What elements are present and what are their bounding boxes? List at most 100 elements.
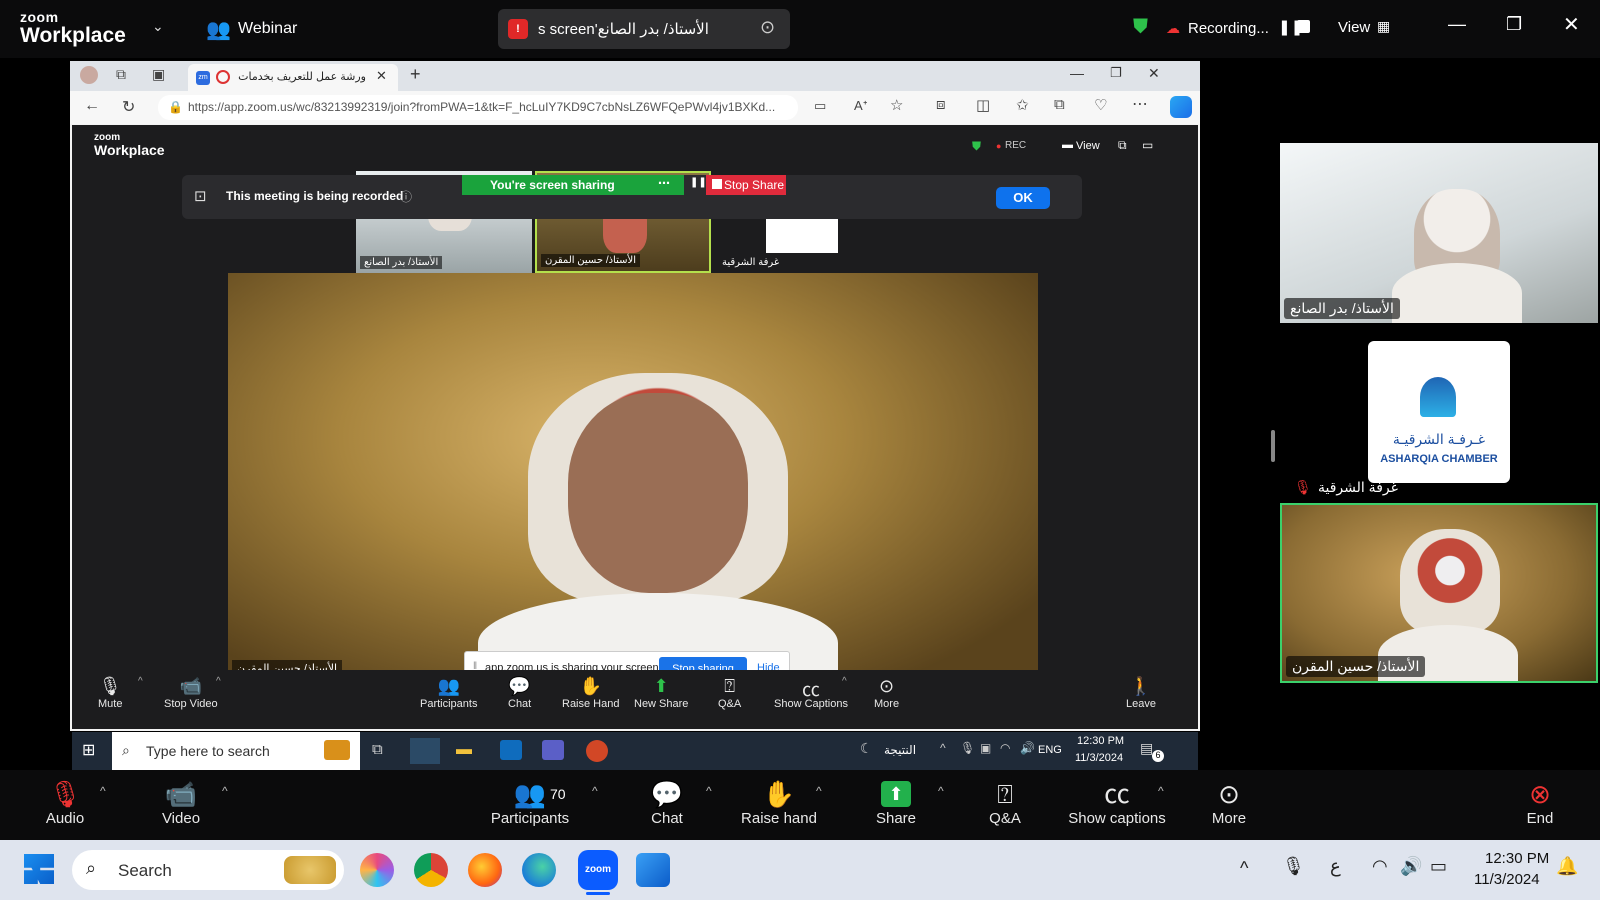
chat-caret-icon[interactable]: ^: [706, 784, 712, 798]
captions-caret-icon[interactable]: ^: [1158, 784, 1164, 798]
split-screen-icon[interactable]: ◫: [976, 96, 990, 114]
web-view-label[interactable]: View: [1076, 140, 1100, 152]
stop-recording-icon[interactable]: [1297, 20, 1310, 33]
captions-caret-icon[interactable]: ^: [842, 676, 847, 687]
clock-time[interactable]: 12:30 PM: [1485, 850, 1549, 867]
web-view-icon[interactable]: ▬: [1062, 139, 1073, 151]
pause-share-icon[interactable]: ❚❚: [690, 177, 707, 188]
security-shield-icon[interactable]: ⛊: [1133, 16, 1148, 39]
info-icon[interactable]: ⓘ: [400, 188, 412, 205]
more-button[interactable]: ⊙ More: [874, 676, 899, 710]
screen-sharing-bar[interactable]: You're screen sharing ⋯: [462, 175, 684, 195]
teams-icon[interactable]: [542, 740, 564, 760]
participants-button[interactable]: 👥 Participants: [420, 676, 477, 710]
ok-button[interactable]: OK: [996, 187, 1050, 209]
chrome-app-icon[interactable]: [414, 853, 448, 887]
show-captions-button[interactable]: ㏄ Show captions: [1066, 778, 1168, 827]
powerpoint-icon[interactable]: [586, 740, 608, 762]
read-aloud-icon[interactable]: Aᐩ: [854, 98, 868, 114]
raise-hand-caret-icon[interactable]: ^: [816, 784, 822, 798]
chat-button[interactable]: 💬 Chat: [508, 676, 531, 710]
share-caret-icon[interactable]: ^: [938, 784, 944, 798]
profile-avatar[interactable]: [80, 66, 98, 84]
inner-search-box[interactable]: ⌕ Type here to search: [112, 732, 360, 770]
show-captions-button[interactable]: ㏄ Show Captions: [774, 676, 848, 710]
stop-video-button[interactable]: 📹 Stop Video: [164, 676, 218, 710]
qa-button[interactable]: ⍰ Q&A: [984, 778, 1026, 827]
reload-icon[interactable]: ↻: [122, 97, 135, 117]
browser-minimize-icon[interactable]: —: [1070, 65, 1084, 81]
new-tab-icon[interactable]: +: [410, 64, 421, 85]
tab-actions-icon[interactable]: ▣: [152, 66, 165, 83]
firefox-app-icon[interactable]: [468, 853, 502, 887]
ime-indicator[interactable]: ع: [1330, 856, 1341, 877]
tray-mic-icon[interactable]: 🎙: [1282, 856, 1305, 877]
participant-tile-active[interactable]: الأستاذ/ حسين المقرن: [1280, 503, 1598, 683]
view-grid-icon[interactable]: ▦: [1377, 18, 1390, 35]
participant-tile[interactable]: الأستاذ/ بدر الصانع: [1280, 143, 1598, 323]
url-field[interactable]: 🔒 https://app.zoom.us/wc/83213992319/joi…: [158, 95, 798, 120]
back-icon[interactable]: ←: [84, 97, 100, 115]
edge-app-icon[interactable]: [522, 853, 556, 887]
copilot-app-icon[interactable]: [360, 853, 394, 887]
web-popout-icon[interactable]: ⧉: [1118, 138, 1127, 153]
end-button[interactable]: ⊗ End: [1520, 778, 1560, 827]
favorite-star-icon[interactable]: ☆: [890, 96, 903, 114]
participant-tile[interactable]: غـرفـة الشرقيـة ASHARQIA CHAMBER 🎙 غرفة …: [1280, 323, 1598, 503]
video-caret-icon[interactable]: ^: [222, 784, 228, 798]
windows-search-box[interactable]: ⌕ Search: [72, 850, 344, 890]
task-view-icon[interactable]: ⧉: [372, 741, 383, 758]
more-options-icon[interactable]: ⊙: [760, 17, 775, 38]
extensions-icon[interactable]: ⧈: [936, 96, 946, 113]
web-security-icon[interactable]: ⛊: [972, 139, 981, 154]
photos-app-icon[interactable]: [636, 853, 670, 887]
browser-tab-active[interactable]: zm ورشة عمل للتعريف بخدمات ✕: [188, 64, 398, 91]
minimize-icon[interactable]: —: [1448, 14, 1466, 35]
zoom-app-icon[interactable]: zoom: [578, 850, 618, 890]
qa-button[interactable]: ⍰ Q&A: [718, 676, 741, 710]
audio-caret-icon[interactable]: ^: [100, 784, 106, 798]
copilot-icon[interactable]: [1170, 96, 1192, 118]
view-label[interactable]: View: [1338, 19, 1370, 36]
notification-bell-icon[interactable]: 🔔: [1556, 856, 1578, 877]
audio-button[interactable]: 🎙 Audio: [44, 778, 86, 827]
file-explorer-icon[interactable]: ▬: [456, 741, 472, 759]
stop-share-button[interactable]: Stop Share: [706, 175, 786, 195]
raise-hand-button[interactable]: ✋ Raise Hand: [562, 676, 619, 710]
browser-menu-icon[interactable]: ⋯: [1132, 94, 1148, 114]
collections-icon[interactable]: ⧉: [1054, 96, 1065, 113]
tray-overflow-icon[interactable]: ^: [1240, 858, 1248, 879]
volume-icon[interactable]: 🔊: [1400, 856, 1422, 877]
favorites-icon[interactable]: ✩: [1016, 96, 1029, 114]
start-icon[interactable]: ⊞: [82, 740, 95, 760]
inner-language[interactable]: ENG: [1038, 744, 1062, 756]
browser-close-icon[interactable]: ✕: [1148, 65, 1160, 82]
browser-restore-icon[interactable]: ❐: [1110, 65, 1122, 81]
raise-hand-button[interactable]: ✋ Raise hand: [740, 778, 818, 827]
leave-button[interactable]: 🚶 Leave: [1126, 676, 1156, 710]
audio-caret-icon[interactable]: ^: [138, 676, 143, 687]
edge-taskbar-icon[interactable]: [410, 738, 440, 764]
screen-share-pill[interactable]: ! الأستاذ/ بدر الصانع's screen ⊙: [498, 9, 790, 49]
close-icon[interactable]: ✕: [1563, 12, 1580, 37]
outlook-icon[interactable]: [500, 740, 522, 760]
close-tab-icon[interactable]: ✕: [376, 68, 387, 84]
chevron-down-icon[interactable]: ⌄: [152, 18, 164, 35]
wifi-icon[interactable]: ◠: [1372, 856, 1388, 877]
workspaces-icon[interactable]: ⧉: [116, 66, 126, 83]
more-button[interactable]: ⊙ More: [1206, 778, 1252, 827]
battery-icon[interactable]: ▭: [1430, 856, 1447, 877]
video-button[interactable]: 📹 Video: [160, 778, 202, 827]
share-button[interactable]: ⬆ Share: [872, 778, 920, 827]
panel-resize-handle[interactable]: [1271, 430, 1275, 462]
mute-button[interactable]: 🎙 Mute: [98, 676, 122, 710]
participants-caret-icon[interactable]: ^: [592, 784, 598, 798]
browser-essentials-icon[interactable]: ♡: [1094, 96, 1107, 114]
video-caret-icon[interactable]: ^: [216, 676, 221, 687]
web-fullscreen-icon[interactable]: ▭: [1142, 138, 1153, 152]
windows-start-icon[interactable]: [24, 854, 54, 884]
sharing-more-icon[interactable]: ⋯: [658, 176, 670, 190]
new-share-button[interactable]: ⬆ New Share: [634, 676, 688, 710]
clock-date[interactable]: 11/3/2024: [1474, 871, 1540, 888]
restore-icon[interactable]: ❐: [1506, 14, 1522, 35]
